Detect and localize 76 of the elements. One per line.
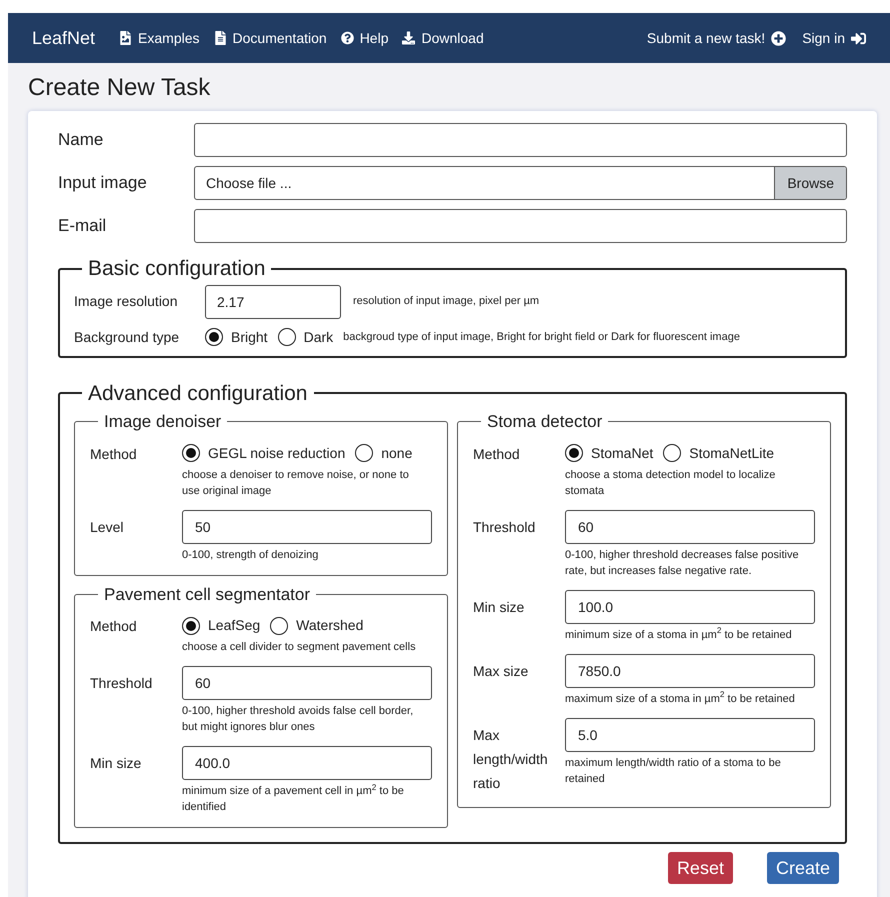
field-label: Level xyxy=(90,518,124,536)
number-input[interactable]: 60 xyxy=(565,510,815,544)
brand-logo[interactable]: LeafNet xyxy=(32,24,96,52)
field-label: Name xyxy=(58,129,104,152)
text-input[interactable] xyxy=(194,123,847,157)
radio-label: Watershed xyxy=(296,616,364,635)
field-label: Threshold xyxy=(90,674,154,693)
radio-button[interactable] xyxy=(278,328,296,346)
nav-link[interactable]: Help xyxy=(340,28,388,48)
hint-text: maximum length/width ratio of a stoma to be retained xyxy=(565,756,782,786)
reset-button[interactable]: Reset xyxy=(668,852,733,884)
field-label: Method xyxy=(90,444,138,464)
radio-label: none xyxy=(381,444,412,462)
radio-label: LeafSeg xyxy=(208,616,260,635)
number-input[interactable]: 7850.0 xyxy=(565,654,815,688)
panel-title: Basic configuration xyxy=(87,256,266,282)
hint-text: maximum size of a stoma in µm$^{2}$ to be retained xyxy=(565,690,796,706)
field-label: Input image xyxy=(58,172,148,194)
radio-label: GEGL noise reduction xyxy=(208,444,346,462)
hint-text: choose a cell divider to segment pavement cells xyxy=(182,640,417,655)
sign-in-icon xyxy=(851,30,866,46)
radio-button[interactable] xyxy=(355,444,374,462)
hint-text: 0-100, higher threshold decreases false positive rate, but increases false negative rate. xyxy=(565,548,800,578)
field-label: Max length/width ratio xyxy=(473,726,549,792)
nav-link[interactable]: Download xyxy=(402,28,484,48)
hint-text: choose a denoiser to remove noise, or none to use original image xyxy=(182,468,410,498)
hint-text: minimum size of a stoma in µm$^{2}$ to be retained xyxy=(565,626,793,642)
field-label: Threshold xyxy=(473,518,536,536)
radio-button[interactable] xyxy=(182,616,200,634)
section-title: Pavement cell segmentator xyxy=(103,584,311,606)
nav-link[interactable]: Documentation xyxy=(214,28,327,48)
hint-text: backgroud type of input image, Bright for bright field or Dark for fluorescent image xyxy=(343,330,740,345)
field-label: Max size xyxy=(473,662,530,680)
field-label: Method xyxy=(473,444,521,464)
radio-button[interactable] xyxy=(270,616,288,634)
hint-text: minimum size of a pavement cell in µm$^{2}$ to be identified xyxy=(182,783,405,815)
nav-link[interactable]: Sign in xyxy=(802,28,866,48)
number-input[interactable]: 100.0 xyxy=(565,590,815,624)
create-button[interactable]: Create xyxy=(766,852,839,884)
field-label: Background type xyxy=(74,328,180,347)
file-input[interactable]: Choose file ... Browse xyxy=(194,166,847,200)
field-label: Image resolution xyxy=(74,292,179,311)
document-icon xyxy=(214,31,227,45)
hint-text: resolution of input image, pixel per µm xyxy=(353,294,540,310)
nav-link[interactable]: Examples xyxy=(119,28,200,48)
help-icon xyxy=(340,31,354,45)
panel-title: Advanced configuration xyxy=(87,380,308,406)
number-input[interactable]: 60 xyxy=(182,666,432,700)
download-icon xyxy=(402,31,416,45)
field-label: Min size xyxy=(473,598,526,616)
hint-text: choose a stoma detection model to localize stomata xyxy=(565,468,776,498)
radio-label: StomaNetLite xyxy=(689,444,774,462)
number-input[interactable]: 400.0 xyxy=(182,746,432,780)
text-input[interactable] xyxy=(194,209,847,243)
page-title: Create New Task xyxy=(27,73,212,103)
radio-label: StomaNet xyxy=(591,444,654,462)
radio-button[interactable] xyxy=(182,444,200,462)
hint-text: 0-100, strength of denoizing xyxy=(182,548,320,562)
browse-button[interactable]: Browse xyxy=(774,167,846,199)
image-file-icon xyxy=(119,31,132,45)
nav-link[interactable]: Submit a new task! xyxy=(646,28,786,48)
file-placeholder: Choose file ... xyxy=(205,174,293,192)
radio-button[interactable] xyxy=(663,444,682,462)
number-input[interactable]: 2.17 xyxy=(205,284,341,318)
number-input[interactable]: 5.0 xyxy=(565,718,815,752)
section-title: Stoma detector xyxy=(486,411,604,433)
radio-label: Dark xyxy=(304,328,334,346)
field-label: Method xyxy=(90,617,138,636)
radio-label: Bright xyxy=(231,328,268,347)
radio-button[interactable] xyxy=(205,328,223,346)
section-title: Image denoiser xyxy=(103,411,222,433)
radio-button[interactable] xyxy=(565,444,583,462)
hint-text: 0-100, higher threshold avoids false cell border, but might ignores blur ones xyxy=(182,704,414,735)
field-label: E-mail xyxy=(58,215,108,238)
field-label: Min size xyxy=(90,754,142,773)
number-input[interactable]: 50 xyxy=(182,510,432,544)
